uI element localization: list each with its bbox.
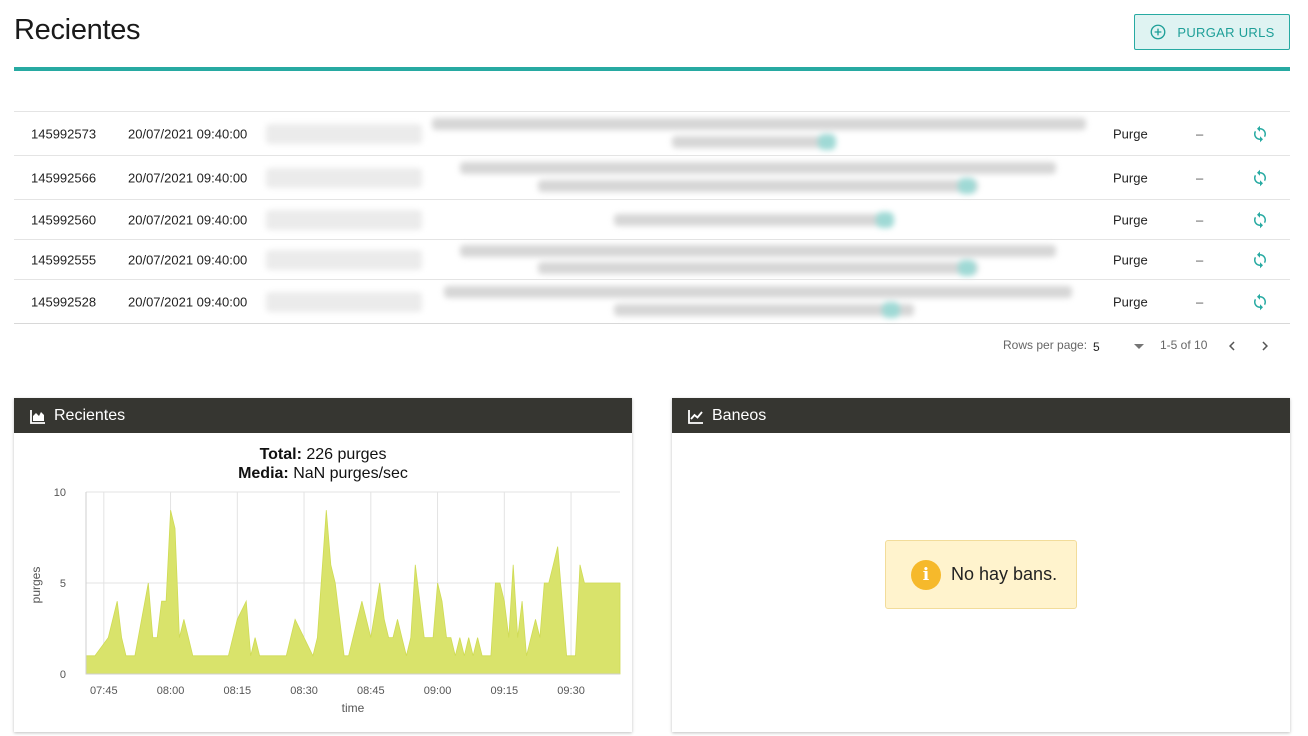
row-id: 145992573 [31,126,97,141]
rows-per-page-label: Rows per page: [1003,338,1088,352]
row-urls-redacted [444,282,1076,322]
x-tick-label: 07:45 [90,685,118,697]
table-row: 145992555 20/07/2021 09:40:00 Purge – [14,239,1290,279]
row-id: 145992528 [31,294,97,309]
y-axis-label: purges [29,567,43,604]
rows-per-page-value: 5 [1093,340,1100,354]
row-urls-redacted [614,208,904,232]
row-user-redacted [266,209,422,230]
row-type: Purge [1113,252,1148,267]
row-type: Purge [1113,212,1148,227]
row-date: 20/07/2021 09:40:00 [128,126,248,141]
y-tick-label: 0 [60,669,66,681]
row-user-redacted [266,167,422,188]
y-tick-label: 10 [54,487,66,499]
row-date: 20/07/2021 09:40:00 [128,252,248,267]
x-tick-label: 09:15 [491,685,519,697]
purges-area-chart: 0 5 10 07:45 08:00 08:15 08:30 08:45 09:00 09:15 0… [29,487,621,715]
row-id: 145992566 [31,170,97,185]
refresh-icon[interactable] [1251,293,1269,311]
purge-urls-button[interactable]: PURGAR URLS [1134,14,1290,50]
add-circle-icon [1150,24,1166,40]
row-type: Purge [1113,126,1148,141]
x-tick-label: 08:00 [157,685,185,697]
x-tick-label: 08:45 [357,685,385,697]
baneos-card-title: Baneos [712,406,767,424]
purge-urls-label: PURGAR URLS [1177,24,1275,40]
info-icon: i [911,559,941,590]
recent-purges-table: 145992573 20/07/2021 09:40:00 Purge – 14… [14,111,1290,324]
refresh-icon[interactable] [1251,211,1269,229]
page-title: Recientes [14,14,141,46]
row-user-redacted [266,291,422,312]
recientes-card-header: Recientes [14,398,632,433]
caret-down-icon [1134,344,1144,349]
row-urls-redacted [460,158,1060,198]
x-axis-label: time [342,701,365,715]
line-chart-icon [688,409,703,424]
title-divider [14,67,1290,71]
page-range: 1-5 of 10 [1160,338,1208,352]
refresh-icon[interactable] [1251,169,1269,187]
row-date: 20/07/2021 09:40:00 [128,294,248,309]
row-id: 145992560 [31,212,97,227]
row-urls-redacted [460,242,1060,278]
area-chart-icon [30,409,45,424]
table-row: 145992560 20/07/2021 09:40:00 Purge – [14,199,1290,239]
y-tick-label: 5 [60,578,66,590]
chevron-right-icon[interactable] [1256,337,1274,355]
row-type: Purge [1113,170,1148,185]
refresh-icon[interactable] [1251,251,1269,269]
x-tick-label: 09:30 [557,685,585,697]
row-status: – [1196,294,1204,309]
chevron-left-icon[interactable] [1223,337,1241,355]
row-user-redacted [266,249,422,270]
recientes-card: Recientes Total: 226 purges Media: NaN p… [14,398,632,732]
row-status: – [1196,252,1204,267]
x-tick-label: 09:00 [424,685,452,697]
table-row: 145992528 20/07/2021 09:40:00 Purge – [14,279,1290,323]
no-bans-message: No hay bans. [951,564,1058,584]
row-urls-redacted [432,114,1092,154]
row-status: – [1196,212,1204,227]
table-row: 145992573 20/07/2021 09:40:00 Purge – [14,111,1290,155]
row-date: 20/07/2021 09:40:00 [128,212,248,227]
row-status: – [1196,170,1204,185]
table-bottom-border [14,323,1290,324]
table-row: 145992566 20/07/2021 09:40:00 Purge – [14,155,1290,199]
rows-per-page-select[interactable]: 5 [1092,337,1148,355]
baneos-card-header: Baneos [672,398,1290,433]
recientes-card-title: Recientes [54,406,126,424]
x-tick-label: 08:15 [224,685,252,697]
row-id: 145992555 [31,252,97,267]
x-tick-label: 08:30 [290,685,318,697]
row-user-redacted [266,123,422,144]
baneos-card: Baneos i No hay bans. [672,398,1290,732]
pagination: Rows per page: 5 1-5 of 10 [0,336,1290,356]
no-bans-alert: i No hay bans. [885,540,1077,609]
purges-area [85,510,621,675]
row-date: 20/07/2021 09:40:00 [128,170,248,185]
row-type: Purge [1113,294,1148,309]
row-status: – [1196,126,1204,141]
refresh-icon[interactable] [1251,125,1269,143]
